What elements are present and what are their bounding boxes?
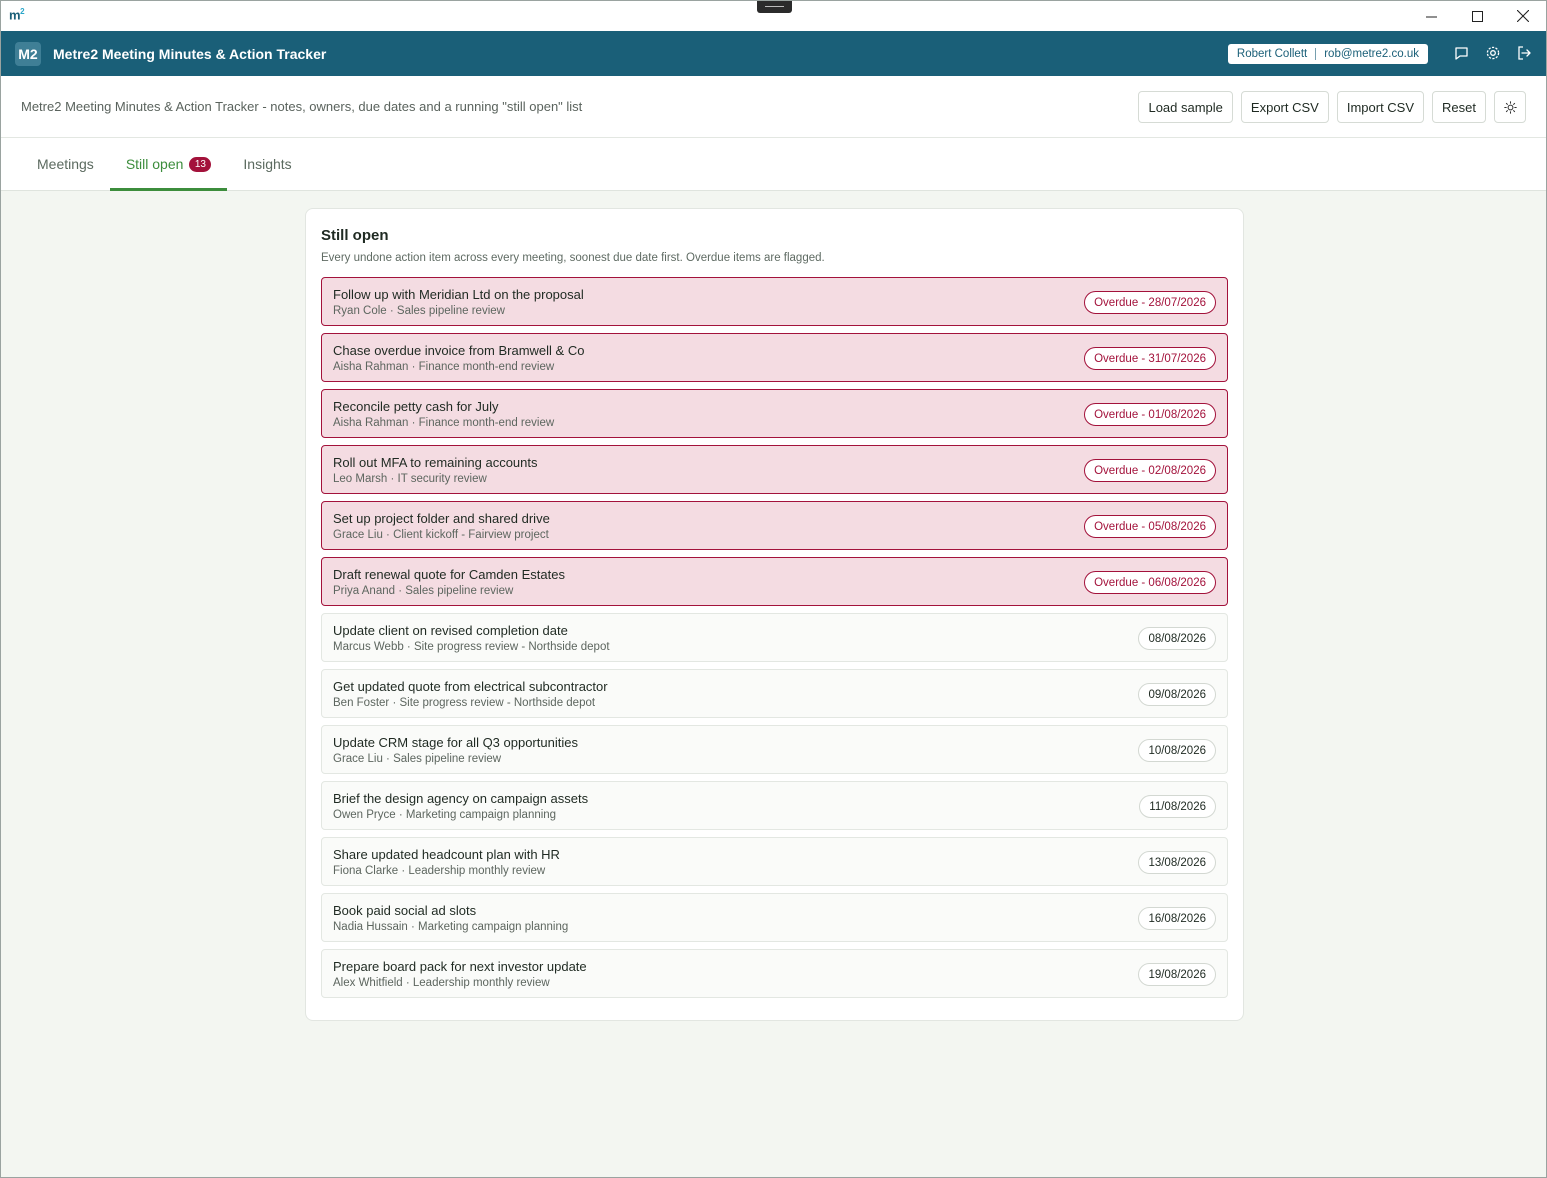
action-item-row[interactable]: Brief the design agency on campaign asse… — [321, 781, 1228, 830]
app-description: Metre2 Meeting Minutes & Action Tracker … — [21, 99, 583, 114]
minimize-button[interactable] — [1408, 1, 1454, 31]
action-item-meta: Grace Liu · Sales pipeline review — [333, 753, 502, 765]
card-title: Still open — [321, 227, 389, 244]
action-item-meta: Aisha Rahman · Finance month-end review — [333, 361, 555, 373]
action-item-list: Follow up with Meridian Ltd on the propo… — [321, 277, 1228, 998]
app-header: M2 Metre2 Meeting Minutes & Action Track… — [1, 31, 1546, 76]
action-item-meta: Priya Anand · Sales pipeline review — [333, 585, 514, 597]
still-open-card: Still open Every undone action item acro… — [305, 208, 1244, 1021]
action-item-meta: Marcus Webb · Site progress review - Nor… — [333, 641, 610, 653]
close-icon — [1517, 10, 1529, 22]
due-date-badge: 13/08/2026 — [1138, 851, 1216, 874]
overdue-date-badge: Overdue - 02/08/2026 — [1084, 459, 1216, 482]
action-item-row[interactable]: Follow up with Meridian Ltd on the propo… — [321, 277, 1228, 326]
action-item-title: Book paid social ad slots — [333, 903, 477, 918]
due-date-badge: 19/08/2026 — [1138, 963, 1216, 986]
import-csv-button[interactable]: Import CSV — [1336, 91, 1425, 123]
tab-still-open-label: Still open — [125, 156, 184, 172]
subheader: Metre2 Meeting Minutes & Action Tracker … — [1, 76, 1546, 138]
logout-icon — [1517, 46, 1531, 60]
overdue-date-badge: Overdue - 06/08/2026 — [1084, 571, 1216, 594]
action-item-row[interactable]: Prepare board pack for next investor upd… — [321, 949, 1228, 998]
drag-handle[interactable] — [757, 1, 792, 13]
tab-still-open[interactable]: Still open 13 — [109, 138, 228, 191]
user-name: Robert Collett — [1236, 48, 1308, 60]
header-icons — [1453, 44, 1532, 62]
action-item-meta: Ben Foster · Site progress review - Nort… — [333, 697, 596, 709]
action-item-row[interactable]: Chase overdue invoice from Bramwell & Co… — [321, 333, 1228, 382]
gear-icon — [1486, 46, 1499, 60]
action-item-meta: Aisha Rahman · Finance month-end review — [333, 417, 555, 429]
action-item-title: Update CRM stage for all Q3 opportunitie… — [333, 735, 578, 750]
sun-icon — [1503, 100, 1517, 114]
action-item-meta: Alex Whitfield · Leadership monthly revi… — [333, 977, 550, 989]
export-csv-button[interactable]: Export CSV — [1240, 91, 1329, 123]
window-controls — [1408, 1, 1546, 31]
window-logo: m2 — [9, 7, 25, 23]
load-sample-button[interactable]: Load sample — [1138, 91, 1233, 123]
maximize-button[interactable] — [1454, 1, 1500, 31]
chat-icon — [1455, 46, 1468, 60]
overdue-date-badge: Overdue - 28/07/2026 — [1084, 291, 1216, 314]
reset-button[interactable]: Reset — [1432, 91, 1486, 123]
theme-toggle-button[interactable] — [1494, 91, 1526, 123]
minimize-icon — [1425, 16, 1437, 17]
action-item-row[interactable]: Set up project folder and shared drive Gr… — [321, 501, 1228, 550]
tab-meetings[interactable]: Meetings — [21, 138, 110, 190]
action-item-row[interactable]: Share updated headcount plan with HR Fion… — [321, 837, 1228, 886]
action-item-title: Prepare board pack for next investor upd… — [333, 959, 587, 974]
action-item-meta: Nadia Hussain · Marketing campaign plann… — [333, 921, 569, 933]
logout-button[interactable] — [1515, 44, 1532, 62]
action-item-meta: Ryan Cole · Sales pipeline review — [333, 305, 505, 317]
action-item-row[interactable]: Draft renewal quote for Camden Estates Pr… — [321, 557, 1228, 606]
due-date-badge: 09/08/2026 — [1138, 683, 1216, 706]
action-item-meta: Leo Marsh · IT security review — [333, 473, 487, 485]
app-badge: M2 — [15, 41, 41, 66]
user-pill-divider — [1315, 48, 1317, 60]
toolbar: Load sample Export CSV Import CSV Reset — [1138, 91, 1526, 123]
user-pill[interactable]: Robert Collett rob@metre2.co.uk — [1227, 44, 1428, 64]
action-item-row[interactable]: Update client on revised completion date… — [321, 613, 1228, 662]
feedback-button[interactable] — [1453, 44, 1470, 62]
card-subtitle: Every undone action item across every me… — [321, 252, 825, 264]
action-item-row[interactable]: Update CRM stage for all Q3 opportunitie… — [321, 725, 1228, 774]
close-button[interactable] — [1500, 1, 1546, 31]
still-open-count-badge: 13 — [189, 156, 212, 172]
window-titlebar: m2 — [1, 1, 1546, 31]
settings-button[interactable] — [1484, 44, 1501, 62]
action-item-meta: Owen Pryce · Marketing campaign planning — [333, 809, 557, 821]
due-date-badge: 11/08/2026 — [1139, 795, 1216, 818]
user-email: rob@metre2.co.uk — [1324, 48, 1419, 60]
action-item-meta: Grace Liu · Client kickoff - Fairview pr… — [333, 529, 549, 541]
overdue-date-badge: Overdue - 01/08/2026 — [1084, 403, 1216, 426]
app-name: Metre2 Meeting Minutes & Action Tracker — [53, 45, 327, 62]
action-item-row[interactable]: Get updated quote from electrical subcon… — [321, 669, 1228, 718]
action-item-title: Brief the design agency on campaign asse… — [333, 791, 589, 806]
action-item-title: Get updated quote from electrical subcon… — [333, 679, 608, 694]
due-date-badge: 08/08/2026 — [1138, 627, 1216, 650]
action-item-title: Update client on revised completion date — [333, 623, 568, 638]
action-item-title: Share updated headcount plan with HR — [333, 847, 560, 862]
due-date-badge: 10/08/2026 — [1138, 739, 1216, 762]
due-date-badge: 16/08/2026 — [1138, 907, 1216, 930]
action-item-row[interactable]: Book paid social ad slots Nadia Hussain ·… — [321, 893, 1228, 942]
overdue-date-badge: Overdue - 31/07/2026 — [1084, 347, 1216, 370]
maximize-icon — [1471, 10, 1483, 22]
action-item-row[interactable]: Roll out MFA to remaining accounts Leo Ma… — [321, 445, 1228, 494]
action-item-meta: Fiona Clarke · Leadership monthly review — [333, 865, 546, 877]
tab-insights-label: Insights — [243, 156, 292, 172]
overdue-date-badge: Overdue - 05/08/2026 — [1084, 515, 1216, 538]
tab-meetings-label: Meetings — [37, 156, 94, 172]
action-item-row[interactable]: Reconcile petty cash for July Aisha Rahma… — [321, 389, 1228, 438]
tab-bar: Meetings Still open 13 Insights — [1, 138, 1546, 191]
tab-insights[interactable]: Insights — [227, 138, 307, 190]
